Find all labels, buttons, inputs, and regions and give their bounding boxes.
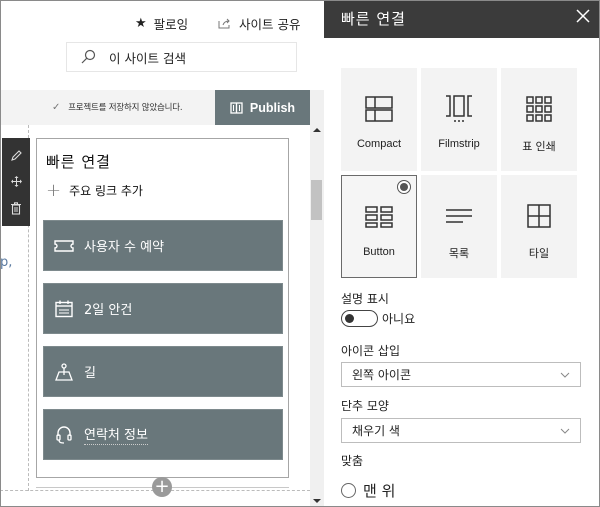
command-bar: ✓ 프로젝트를 저장하지 않았습니다. Publish xyxy=(0,90,310,125)
quick-link-item[interactable]: 2일 안건 xyxy=(43,283,283,334)
layout-label: Button xyxy=(363,246,395,258)
quick-link-item[interactable]: 사용자 수 예약 xyxy=(43,220,283,271)
site-header: ★ 팔로잉 사이트 공유 xyxy=(0,8,324,36)
layout-label: Compact xyxy=(356,138,402,150)
page-canvas-pane: ★ 팔로잉 사이트 공유 이 사이트 검색 ✓ 프로젝트를 저장하지 않았습니다… xyxy=(0,0,324,507)
search-icon xyxy=(81,49,96,64)
save-status-text: 프로젝트를 저장하지 않았습니다. xyxy=(68,103,183,113)
check-icon: ✓ xyxy=(52,101,61,113)
layout-option-button[interactable]: Button xyxy=(341,175,417,278)
scroll-down-arrow-icon[interactable] xyxy=(313,499,321,503)
share-site-button[interactable]: 사이트 공유 xyxy=(218,14,300,33)
delete-icon[interactable] xyxy=(9,202,23,216)
show-description-label: 설명 표시 xyxy=(341,292,389,306)
property-pane-title: 빠른 연결 xyxy=(341,10,406,28)
chevron-down-icon xyxy=(560,428,570,434)
publish-button[interactable]: Publish xyxy=(215,90,310,125)
button-shape-dropdown[interactable]: 채우기 색 xyxy=(341,418,581,443)
edit-icon[interactable] xyxy=(9,148,23,162)
grid-layout-icon xyxy=(524,94,554,124)
follow-button[interactable]: ★ 팔로잉 xyxy=(135,14,188,33)
add-link-label: 주요 링크 추가 xyxy=(69,184,143,198)
ticket-icon xyxy=(54,236,74,256)
scroll-thumb[interactable] xyxy=(311,180,322,220)
button-shape-value: 채우기 색 xyxy=(352,424,400,438)
site-search-input[interactable]: 이 사이트 검색 xyxy=(66,42,297,72)
map-pin-icon xyxy=(54,362,74,382)
layout-option-filmstrip[interactable]: Filmstrip xyxy=(421,68,497,171)
scroll-up-arrow-icon[interactable] xyxy=(313,128,321,132)
publish-label: Publish xyxy=(249,100,296,115)
quick-links-webpart[interactable]: 빠른 연결 + 주요 링크 추가 사용자 수 예약 2일 안건 길 연락처 정보 xyxy=(36,138,289,478)
add-section-button[interactable]: + xyxy=(152,477,172,497)
star-icon: ★ xyxy=(135,16,147,31)
chevron-down-icon xyxy=(560,372,570,378)
property-pane-header: 빠른 연결 xyxy=(324,0,600,38)
button-layout-icon xyxy=(364,202,394,232)
list-layout-icon xyxy=(444,201,474,231)
selected-radio-icon xyxy=(397,180,411,194)
calendar-icon xyxy=(54,299,74,319)
layout-option-tiles[interactable]: 타일 xyxy=(501,175,577,278)
link-label: 2일 안건 xyxy=(84,303,133,318)
quick-link-item[interactable]: 연락처 정보 xyxy=(43,409,283,460)
book-icon xyxy=(230,101,243,114)
move-icon[interactable] xyxy=(9,175,23,189)
webpart-toolbox xyxy=(2,138,30,226)
webpart-title: 빠른 연결 xyxy=(46,153,111,171)
icon-insert-value: 왼쪽 아이콘 xyxy=(352,368,412,382)
property-pane: 빠른 연결 Compact Filmstrip 표 인쇄 Button 목록 타… xyxy=(324,0,600,507)
filmstrip-layout-icon xyxy=(444,94,474,124)
link-label: 연락처 정보 xyxy=(84,424,148,445)
alignment-option-label: 맨 위 xyxy=(363,482,396,500)
close-button[interactable] xyxy=(574,8,592,26)
layout-label: 표 인쇄 xyxy=(522,141,556,153)
layout-label: 타일 xyxy=(528,248,550,260)
layout-option-list[interactable]: 목록 xyxy=(421,175,497,278)
save-status: ✓ 프로젝트를 저장하지 않았습니다. xyxy=(52,101,183,114)
layout-option-compact[interactable]: Compact xyxy=(341,68,417,171)
plus-icon: + xyxy=(46,179,62,201)
headset-icon xyxy=(54,425,74,445)
alignment-top-radio[interactable]: 맨 위 xyxy=(341,480,395,501)
layout-option-grid[interactable]: 표 인쇄 xyxy=(501,68,577,171)
search-placeholder: 이 사이트 검색 xyxy=(109,50,186,66)
follow-label: 팔로잉 xyxy=(153,17,189,32)
share-label: 사이트 공유 xyxy=(239,17,301,32)
icon-insert-label: 아이콘 삽입 xyxy=(341,344,401,358)
compact-layout-icon xyxy=(364,94,394,124)
close-icon xyxy=(576,9,590,23)
share-icon xyxy=(218,18,230,29)
show-description-value: 아니요 xyxy=(382,312,416,326)
layout-label: 목록 xyxy=(448,248,470,260)
show-description-toggle[interactable] xyxy=(341,310,378,327)
tiles-layout-icon xyxy=(524,201,554,231)
link-label: 사용자 수 예약 xyxy=(84,240,165,255)
radio-circle-icon xyxy=(341,483,356,498)
alignment-label: 맞춤 xyxy=(341,454,364,468)
quick-link-item[interactable]: 길 xyxy=(43,346,283,397)
layout-label: Filmstrip xyxy=(438,138,480,150)
add-link-button[interactable]: + 주요 링크 추가 xyxy=(46,179,143,201)
button-shape-label: 단추 모양 xyxy=(341,399,389,413)
link-label: 길 xyxy=(84,366,96,381)
icon-insert-dropdown[interactable]: 왼쪽 아이콘 xyxy=(341,362,581,387)
vertical-scrollbar[interactable] xyxy=(310,90,324,507)
plus-icon: + xyxy=(154,476,170,497)
partial-text: p, xyxy=(0,255,13,270)
